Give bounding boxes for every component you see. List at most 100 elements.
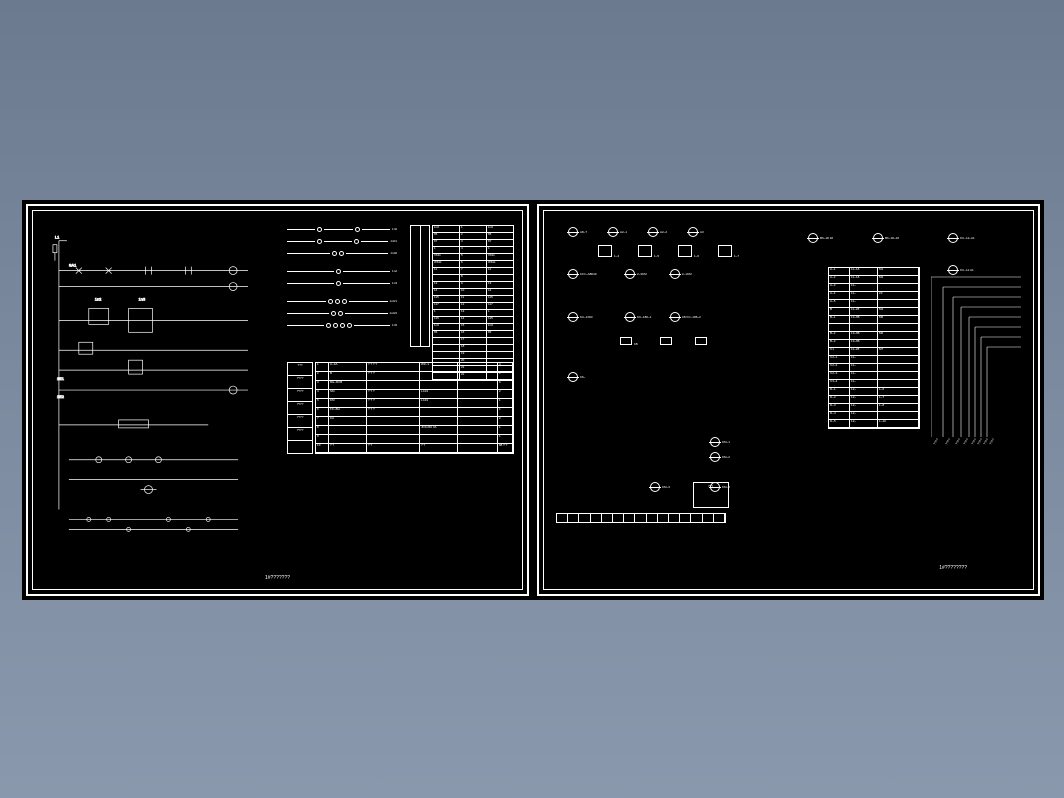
svg-text:1n2: 1n2 — [95, 296, 102, 301]
ctrl-lbl-4: 1n3 — [392, 282, 397, 285]
terminal-row: 1n011n0 — [433, 226, 513, 233]
bc-b: KM~1 — [710, 437, 730, 447]
svg-text:????: ???? — [932, 437, 939, 445]
bc-a: K6~ — [568, 372, 585, 382]
bom-row: 7KA2 — [316, 417, 513, 426]
svg-text:????: ???? — [988, 437, 995, 445]
terminal-row: 651665 — [433, 331, 513, 338]
bom-row: 10? ?? ?? ?88 ? ? — [316, 444, 513, 453]
comp-e: 1KC~AB019 — [568, 269, 597, 279]
terminal-row: 13913 — [433, 282, 513, 289]
terminal-row: 19 — [433, 352, 513, 359]
label-row: ???? — [288, 415, 312, 428]
wire-row: A~311~ — [829, 284, 919, 292]
wire-row — [829, 324, 919, 332]
terminal-table: 1n011n06526567367141V6115V611W6116W61111… — [432, 225, 514, 381]
terminal-row: 1131 — [433, 310, 513, 317]
cable-run-diagram: ???? ???? ???? ???? ???? ???? ???? ???? — [931, 267, 1021, 467]
bom-row: 4SM? ? ?LA192 — [316, 390, 513, 399]
comp-b: A2~1 — [608, 227, 627, 237]
wire-row: C2~211~ — [829, 364, 919, 372]
sheet-2-title: 1#???????? — [939, 566, 967, 571]
circuit-schematic: SA1 1n2 1n3 1E1 1E2 L1 — [39, 217, 268, 583]
rect-b: 1~5 — [638, 245, 659, 258]
wire-row: C2~111~ — [829, 356, 919, 364]
component-layout-area: ??? A8~?A2~1A2~2A31~41~51~61~71KC~AB0192… — [550, 217, 789, 583]
ctrl-lbl-0: 1n0 — [392, 228, 397, 231]
bom-table: 1A~3A? ? ? ?WZ~132B? ? ?13RE~RCB64SM? ? … — [315, 362, 514, 454]
terminal-row: V6115V611 — [433, 254, 513, 261]
wire-row: C2~311~ — [829, 372, 919, 380]
circuit-svg: SA1 1n2 1n3 1E1 1E2 L1 — [39, 217, 268, 583]
sheet-2-panel-layout[interactable]: ??? A8~?A2~1A2~2A31~41~51~61~71KC~AB0192… — [537, 204, 1040, 596]
terminal-row: 65265 — [433, 233, 513, 240]
comp-f: 2~3KM — [625, 269, 647, 279]
wire-row: D~212~1~7 — [829, 396, 919, 404]
sc-b — [660, 337, 674, 346]
wire-row: C111~28M7 — [829, 348, 919, 356]
rect-a: 1~4 — [598, 245, 619, 258]
right-top-components: B6~18 18B6~18~18KC~12~A1KC~12 A1 — [798, 223, 1027, 263]
wire-row: B~213~88M6 — [829, 332, 919, 340]
terminal-row: W6116W611 — [433, 261, 513, 268]
label-row: ???? — [288, 428, 312, 441]
wire-row: D~112~1~6 — [829, 388, 919, 396]
comp-i: KC~186~1 — [625, 312, 651, 322]
comp-d: A3 — [688, 227, 704, 237]
wire-row: C3~411~ — [829, 380, 919, 388]
terminal-strip — [556, 513, 726, 553]
svg-text:1n3: 1n3 — [139, 296, 146, 301]
bom-row: 2B? ? ?1 — [316, 372, 513, 381]
ctrl-lbl-7: 1n5 — [392, 324, 397, 327]
terminal-row: 1n0151n0 — [433, 324, 513, 331]
ctrl-lbl-5: 1n4/1 — [390, 300, 398, 303]
svg-text:????: ???? — [954, 437, 961, 445]
rt-a: B6~18 18 — [808, 233, 833, 243]
wire-row: B11~28M4 — [829, 308, 919, 316]
sheet-1-circuit-diagram[interactable]: SA1 1n2 1n3 1E1 1E2 L1 1n0 1n01 — [26, 204, 529, 596]
terminal-row: 11511115 — [433, 296, 513, 303]
terminal-row: 67367 — [433, 240, 513, 247]
bc-c: KM~2 — [710, 452, 730, 462]
rt-c: KC~12~A1 — [948, 233, 975, 243]
bom-row: 3RE~RCB6 — [316, 381, 513, 390]
rt-b: B6~18~18 — [873, 233, 899, 243]
comp-h: KC~1063 — [568, 312, 593, 322]
svg-text:1E2: 1E2 — [57, 394, 64, 399]
bom-row: 91 — [316, 435, 513, 444]
wire-table: A~111~18M1A~211~18M2A~311~A~411~23A~511~… — [828, 267, 920, 429]
wire-row: A~411~23 — [829, 292, 919, 300]
comp-a: A8~? — [568, 227, 587, 237]
terminal-row: 8 — [433, 275, 513, 282]
terminal-row: 141014 — [433, 289, 513, 296]
wire-row: B~313~88 — [829, 340, 919, 348]
rect-c: 1~6 — [678, 245, 699, 258]
wire-row: D~312~1~8 — [829, 404, 919, 412]
terminal-row: 11514115 — [433, 317, 513, 324]
svg-text:L1: L1 — [55, 235, 60, 240]
ctrl-lbl-6: 1n4/2 — [390, 312, 398, 315]
sheet-1-title: 1#??????? — [265, 576, 290, 581]
terminal-block-graphic — [410, 225, 430, 347]
wire-row: D~412~ — [829, 412, 919, 420]
wire-row: A~211~18M2 — [829, 276, 919, 284]
terminal-row: 11711 — [433, 268, 513, 275]
comp-j: 1B KC~186~2 — [670, 312, 701, 322]
bc-e: KM~4 — [710, 482, 730, 492]
rect-d: 1~7 — [718, 245, 739, 258]
sheet-1-border: SA1 1n2 1n3 1E1 1E2 L1 1n0 1n01 — [32, 210, 523, 590]
terminal-row: 18 — [433, 345, 513, 352]
sheet-2-right: B6~18 18B6~18~18KC~12~A1KC~12 A1 A~111~1… — [798, 217, 1027, 583]
bc-d: KM~3 — [650, 482, 670, 492]
sheet-1-tables: 1n0 1n01 1n02 1n2 1n3 1n4/1 1n4/2 1n5 1n… — [287, 217, 516, 583]
ctrl-lbl-2: 1n02 — [390, 252, 397, 255]
wire-row: A~111~18M1 — [829, 268, 919, 276]
cad-viewport[interactable]: SA1 1n2 1n3 1E1 1E2 L1 1n0 1n01 — [22, 200, 1044, 600]
sheet-2-border: ??? A8~?A2~1A2~2A31~41~51~61~71KC~AB0192… — [543, 210, 1034, 590]
ctrl-lbl-1: 1n01 — [390, 240, 397, 243]
side-label-box: ??????????????????????? — [287, 362, 313, 454]
svg-text:1E1: 1E1 — [57, 376, 65, 381]
bom-row: 5KM? ? ?LA191 — [316, 399, 513, 408]
svg-text:SA1: SA1 — [69, 263, 77, 268]
comp-g: 2~1KM — [670, 269, 692, 279]
